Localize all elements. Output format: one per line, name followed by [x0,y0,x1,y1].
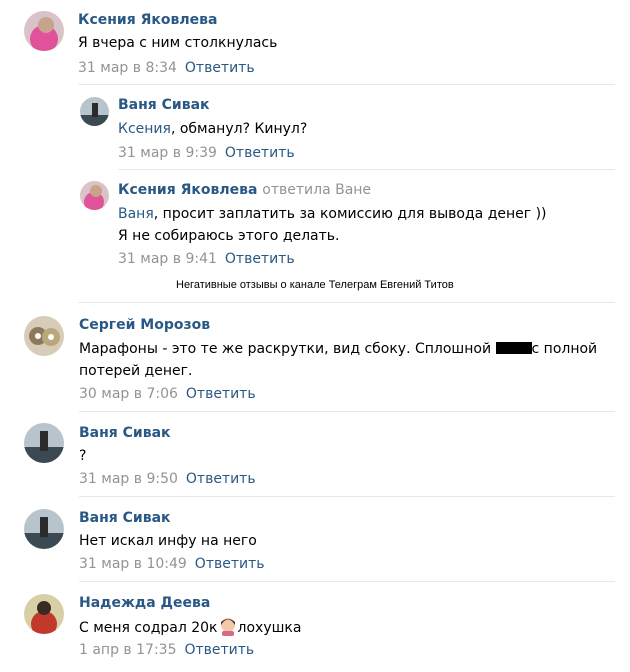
comment-text: Марафоны - это те же раскрутки, вид сбок… [79,338,597,360]
comment-text: Ксения, обманул? Кинул? [118,118,307,140]
comment-author[interactable]: Ваня Сивак [118,97,210,113]
comment-author[interactable]: Сергей Морозов [79,317,210,333]
comment-meta: 31 мар в 9:41 Ответить [118,251,295,267]
comment-author[interactable]: Ваня Сивак [79,425,171,441]
divider [118,169,615,170]
avatar-image [24,423,64,463]
comment-text-body: С меня содрал 20к [79,620,218,636]
avatar[interactable] [24,316,64,356]
comment-author[interactable]: Ксения Яковлева [78,12,217,28]
avatar[interactable] [24,423,64,463]
reply-button[interactable]: Ответить [195,556,265,572]
comment-text: Я вчера с ним столкнулась [78,35,278,51]
comment-date[interactable]: 1 апр в 17:35 [79,642,176,658]
avatar[interactable] [24,11,64,51]
divider [78,302,615,303]
comment-date[interactable]: 31 мар в 9:41 [118,251,217,267]
avatar-image [80,181,109,210]
comment-author[interactable]: Ксения Яковлева [118,182,257,198]
comment-text-line2: Я не собираюсь этого делать. [118,228,340,244]
mention-link[interactable]: Ксения [118,121,171,137]
avatar-image [24,509,64,549]
comment-text-body: , просит заплатить за комиссию для вывод… [153,206,547,222]
comment-date[interactable]: 31 мар в 10:49 [79,556,187,572]
comment-date[interactable]: 31 мар в 8:34 [78,60,177,76]
comment-date[interactable]: 31 мар в 9:50 [79,471,178,487]
comment-meta: 31 мар в 8:34 Ответить [78,60,255,76]
divider [78,84,615,85]
divider [79,496,615,497]
replied-to-label[interactable]: ответила Ване [262,182,371,198]
divider [79,411,615,412]
reply-button[interactable]: Ответить [185,60,255,76]
reply-button[interactable]: Ответить [186,386,256,402]
reply-button[interactable]: Ответить [184,642,254,658]
comment-date[interactable]: 31 мар в 9:39 [118,145,217,161]
avatar[interactable] [80,97,109,126]
avatar[interactable] [80,181,109,210]
comment-author-line: Ксения Яковлева ответила Ване [118,182,371,198]
avatar-image [80,97,109,126]
comment-text-tail: с полной [531,341,598,357]
comment-author[interactable]: Ваня Сивак [79,510,171,526]
reply-button[interactable]: Ответить [225,251,295,267]
redaction-bar [495,342,532,354]
comment-meta: 1 апр в 17:35 Ответить [79,642,254,658]
comment-text: ? [79,448,87,464]
comment-date[interactable]: 30 мар в 7:06 [79,386,178,402]
avatar-image [24,316,64,356]
divider [79,581,615,582]
reply-button[interactable]: Ответить [186,471,256,487]
comment-text-line2: потерей денег. [79,363,193,379]
comment-text-body: Марафоны - это те же раскрутки, вид сбок… [79,341,496,357]
avatar-image [24,594,64,634]
comment-author[interactable]: Надежда Деева [79,595,210,611]
comment-text: Нет искал инфу на него [79,533,257,549]
comment-meta: 30 мар в 7:06 Ответить [79,386,256,402]
comment-meta: 31 мар в 9:50 Ответить [79,471,256,487]
comment-meta: 31 мар в 10:49 Ответить [79,556,265,572]
reply-button[interactable]: Ответить [225,145,295,161]
comment-text-body: , обманул? Кинул? [170,121,308,137]
comment-text-tail: лохушка [237,620,302,636]
woman-facepalm-emoji-icon [218,616,238,636]
avatar[interactable] [24,594,64,634]
comment-text: С меня содрал 20к лохушка [79,616,301,639]
comment-text: Ваня, просит заплатить за комиссию для в… [118,203,547,225]
mention-link[interactable]: Ваня [118,206,154,222]
watermark-caption: Негативные отзывы о канале Телеграм Евге… [176,279,454,291]
comment-meta: 31 мар в 9:39 Ответить [118,145,295,161]
avatar-image [24,11,64,51]
avatar[interactable] [24,509,64,549]
